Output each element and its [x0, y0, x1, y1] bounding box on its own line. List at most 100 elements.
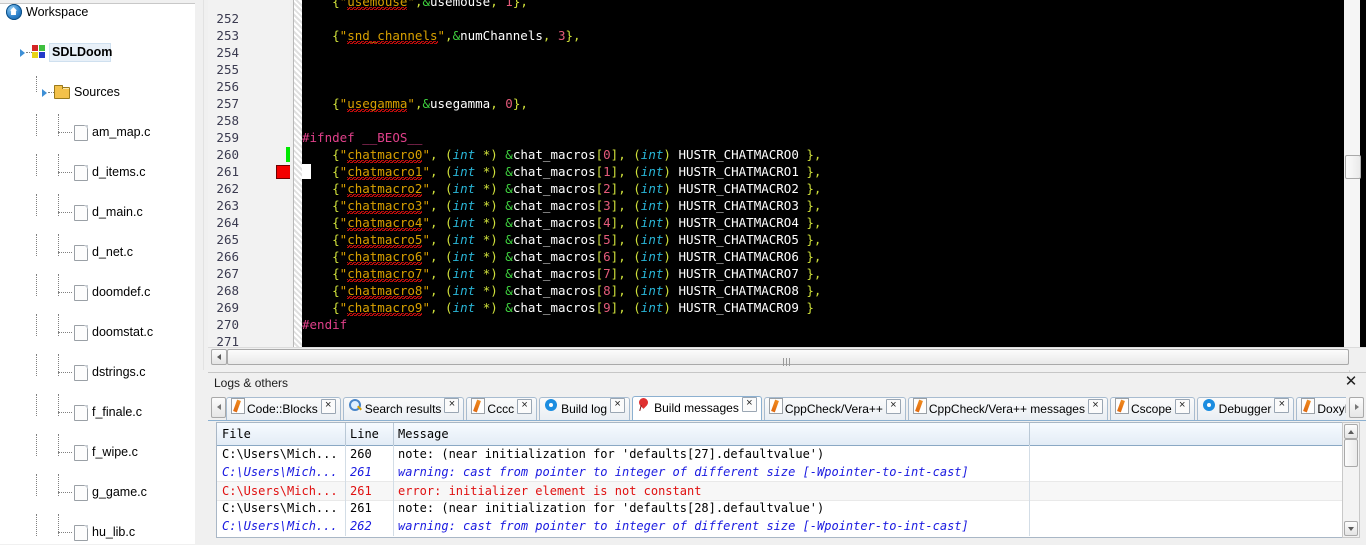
- logs-tab-cccc[interactable]: Cccc ×: [466, 397, 538, 420]
- tree-node-file[interactable]: dstrings.c: [0, 354, 178, 382]
- editor-fold-margin[interactable]: [294, 0, 302, 347]
- grid-column-header[interactable]: File: [217, 423, 345, 445]
- grid-body[interactable]: C:\Users\Mich... 260 note: (near initializ…: [217, 445, 1345, 536]
- table-row[interactable]: C:\Users\Mich... 262 warning: cast from po…: [217, 517, 1345, 535]
- table-row[interactable]: C:\Users\Mich... 261 warning: cast from po…: [217, 463, 1345, 481]
- tree-label-file: d_net.c: [92, 245, 134, 259]
- expander-icon[interactable]: [42, 89, 47, 97]
- editor-code-line: {"chatmacro6", (int *) &chat_macros[6], …: [332, 249, 822, 265]
- editor-vscroll-thumb[interactable]: [1345, 155, 1361, 179]
- tree-node-project[interactable]: SDLDoom: [0, 42, 178, 62]
- tab-scroll-left-icon[interactable]: [211, 397, 226, 418]
- tab-scroll-right-icon[interactable]: [1349, 397, 1364, 418]
- editor-line-number: 253: [216, 28, 239, 43]
- tab-close-icon[interactable]: ×: [1087, 398, 1103, 414]
- logs-tab-build-messages[interactable]: Build messages ×: [632, 396, 762, 420]
- logs-tab-label: Build messages: [654, 401, 739, 415]
- pencil-icon: [912, 398, 927, 414]
- tree-node-file[interactable]: hu_lib.c: [0, 514, 178, 542]
- tree-connector: [58, 332, 72, 333]
- logs-tab-cscope[interactable]: Cscope ×: [1109, 397, 1195, 420]
- editor-line-number: 259: [216, 130, 239, 145]
- logs-tab-cppcheck-vera[interactable]: CppCheck/Vera++ ×: [763, 397, 906, 420]
- tab-close-icon[interactable]: ×: [320, 398, 336, 414]
- build-messages-grid[interactable]: File Line Message C:\Users\Mich... 260 note:…: [216, 422, 1346, 538]
- tree-node-file[interactable]: f_wipe.c: [0, 434, 178, 462]
- tree-connector: [36, 314, 37, 336]
- logs-tab-cppcheck-vera-messages[interactable]: CppCheck/Vera++ messages ×: [907, 397, 1108, 420]
- tree-node-file[interactable]: doomstat.c: [0, 314, 178, 342]
- close-icon[interactable]: ✕: [1344, 374, 1358, 389]
- logs-scroll-thumb[interactable]: [1344, 439, 1358, 467]
- breakpoint-marker[interactable]: [276, 165, 290, 179]
- tree-label-workspace: Workspace: [26, 5, 89, 19]
- tab-close-icon[interactable]: ×: [444, 398, 460, 414]
- tree-node-workspace[interactable]: Workspace: [0, 2, 178, 22]
- table-row[interactable]: C:\Users\Mich... 260 note: (near initializ…: [217, 445, 1345, 463]
- logs-scroll-up-button[interactable]: [1344, 424, 1358, 439]
- grid-column-header[interactable]: Line: [345, 423, 393, 445]
- tree-node-file[interactable]: g_game.c: [0, 474, 178, 502]
- logs-tab-build-log[interactable]: Build log ×: [539, 397, 631, 420]
- tab-close-icon[interactable]: ×: [1274, 398, 1290, 414]
- grid-header-divider[interactable]: [393, 423, 394, 445]
- tab-close-icon[interactable]: ×: [885, 398, 901, 414]
- editor-code-area[interactable]: {"usemouse",&usemouse, 1}, {"snd_channel…: [302, 0, 1366, 347]
- tree-connector: [36, 274, 37, 296]
- logs-tab-doxyblo[interactable]: DoxyBlo×: [1296, 397, 1346, 420]
- editor-line-number: 268: [216, 283, 239, 298]
- tree-label-file: am_map.c: [92, 125, 151, 139]
- grid-header-divider[interactable]: [345, 423, 346, 445]
- tree-node-file[interactable]: d_main.c: [0, 194, 178, 222]
- tree-connector: [36, 234, 37, 256]
- workspace-globe-icon: [6, 4, 22, 20]
- logs-tab-search-results[interactable]: Search results ×: [342, 397, 465, 420]
- editor-hscroll-track[interactable]: [227, 349, 1349, 366]
- grid-cell-line: 260: [350, 447, 372, 461]
- grid-column-header[interactable]: Message: [393, 423, 1029, 445]
- grid-cell-message: warning: cast from pointer to integer of…: [398, 465, 969, 479]
- logs-scroll-down-button[interactable]: [1344, 521, 1358, 536]
- tree-connector: [58, 372, 72, 373]
- splitter-line: [203, 0, 204, 370]
- pencil-icon: [231, 398, 245, 414]
- table-row[interactable]: C:\Users\Mich... 261 error: initializer el…: [217, 481, 1345, 501]
- tab-close-icon[interactable]: ×: [517, 398, 533, 414]
- tree-connector: [58, 532, 72, 533]
- logs-tab-label: CppCheck/Vera++ messages: [928, 402, 1085, 416]
- editor-line-number: 266: [216, 249, 239, 264]
- tree-label-file: d_main.c: [92, 205, 143, 219]
- logs-vertical-scrollbar[interactable]: [1342, 422, 1360, 538]
- grid-header-divider[interactable]: [1029, 423, 1030, 445]
- pencil-icon: [1114, 398, 1129, 414]
- tree-node-file[interactable]: doomdef.c: [0, 274, 178, 302]
- tab-close-icon[interactable]: ×: [610, 398, 626, 414]
- editor-code-line: {"chatmacro2", (int *) &chat_macros[2], …: [332, 181, 822, 197]
- gear-icon: [544, 398, 559, 413]
- editor-vertical-scrollbar[interactable]: [1344, 0, 1361, 347]
- tab-close-icon[interactable]: ×: [1174, 398, 1190, 414]
- tree-connector: [58, 212, 72, 213]
- tree-node-file[interactable]: am_map.c: [0, 114, 178, 142]
- folder-icon: [54, 85, 70, 99]
- file-icon: [74, 325, 88, 341]
- tree-node-file[interactable]: f_finale.c: [0, 394, 178, 422]
- logs-tab-list[interactable]: Code::Blocks × Search results × Cccc × Build l…: [226, 394, 1346, 420]
- tree-connector: [36, 154, 37, 176]
- tab-close-icon[interactable]: ×: [741, 397, 757, 413]
- expander-icon[interactable]: [20, 49, 25, 57]
- editor-horizontal-scrollbar[interactable]: [208, 347, 1366, 366]
- project-tree[interactable]: Workspace SDLDoom Sources am_map.c d_items.c…: [0, 2, 178, 544]
- project-squares-icon: [32, 45, 46, 59]
- vertical-splitter[interactable]: [195, 0, 208, 544]
- tree-node-file[interactable]: d_net.c: [0, 234, 178, 262]
- file-icon: [74, 525, 88, 541]
- logs-tab-code-blocks[interactable]: Code::Blocks ×: [226, 397, 341, 420]
- editor-hscroll-thumb[interactable]: [227, 349, 1349, 366]
- tree-node-file[interactable]: d_items.c: [0, 154, 178, 182]
- tree-node-sources[interactable]: Sources: [0, 76, 178, 102]
- tree-connector: [58, 172, 72, 173]
- table-row[interactable]: C:\Users\Mich... 261 note: (near initializ…: [217, 499, 1345, 517]
- editor-hscroll-left-button[interactable]: [211, 349, 227, 365]
- logs-tab-debugger[interactable]: Debugger ×: [1196, 397, 1295, 420]
